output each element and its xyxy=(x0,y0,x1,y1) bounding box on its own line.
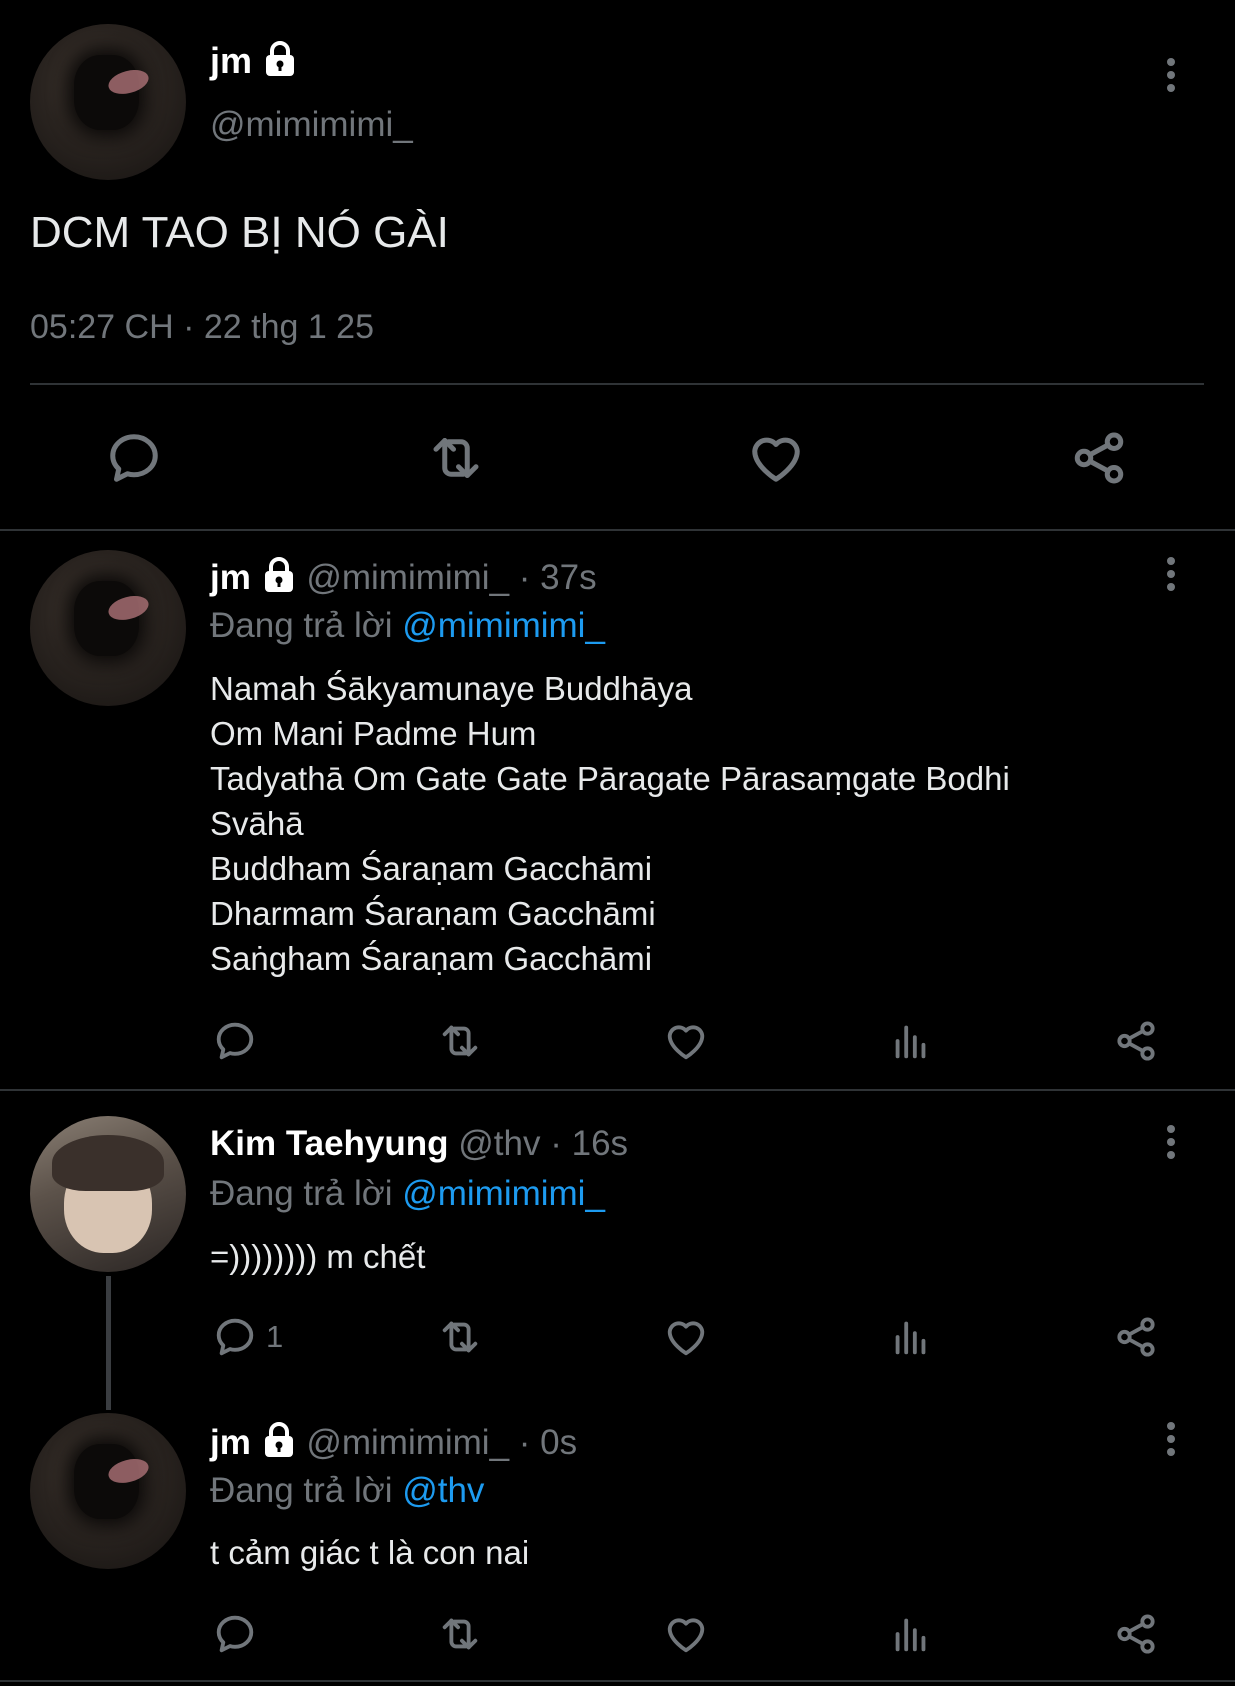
mention-link[interactable]: @mimimimi_ xyxy=(402,1174,605,1213)
lock-icon xyxy=(262,40,298,87)
text-line: Buddham Śaraṇam Gacchāmi xyxy=(210,850,653,887)
replying-prefix: Đang trả lời xyxy=(210,1471,393,1510)
tweet-text: DCM TAO BỊ NÓ GÀI xyxy=(30,208,449,257)
retweet-button[interactable] xyxy=(434,1018,486,1069)
reply-time[interactable]: · 16s xyxy=(550,1124,628,1163)
analytics-icon xyxy=(895,1321,926,1355)
text-line: Saṅgham Śaraṇam Gacchāmi xyxy=(210,940,653,977)
lock-icon xyxy=(261,1421,297,1468)
text-line: Namah Śākyamunaye Buddhāya xyxy=(210,670,693,707)
share-icon xyxy=(1117,1317,1155,1357)
more-icon[interactable] xyxy=(1166,1422,1176,1461)
heart-icon xyxy=(667,1025,705,1060)
reply-header: Kim Taehyung @thv · 16s xyxy=(210,1124,628,1164)
lock-icon xyxy=(261,556,297,603)
mention-link[interactable]: @thv xyxy=(402,1471,484,1510)
share-icon xyxy=(1074,432,1124,484)
retweet-button[interactable] xyxy=(434,1611,486,1662)
replying-to: Đang trả lời @mimimimi_ xyxy=(210,606,605,646)
reply-text: Namah Śākyamunaye Buddhāya Om Mani Padme… xyxy=(210,666,1010,981)
like-button[interactable] xyxy=(663,1018,709,1069)
author-handle[interactable]: @mimimimi_ xyxy=(306,558,509,597)
reply-header: jm @mimimimi_ · 37s xyxy=(210,556,597,603)
text-line: Om Mani Padme Hum xyxy=(210,715,537,752)
author-handle[interactable]: @mimimimi_ xyxy=(306,1423,509,1462)
reply-icon xyxy=(110,434,158,482)
replying-to: Đang trả lời @mimimimi_ xyxy=(210,1174,605,1214)
reply-button[interactable]: 1 xyxy=(212,1314,283,1360)
reply-text: t cảm giác t là con nai xyxy=(210,1534,530,1571)
tweet-timestamp[interactable]: 05:27 CH · 22 thg 1 25 xyxy=(30,308,374,347)
retweet-icon xyxy=(442,1321,478,1353)
author-name[interactable]: Kim Taehyung xyxy=(210,1124,449,1163)
reply-header: jm @mimimimi_ · 0s xyxy=(210,1421,577,1468)
reply-icon xyxy=(216,1615,254,1653)
reply-icon xyxy=(216,1022,254,1060)
views-button[interactable] xyxy=(888,1314,934,1365)
heart-icon xyxy=(667,1618,705,1653)
author-name[interactable]: jm xyxy=(210,558,251,597)
avatar[interactable] xyxy=(30,1413,186,1569)
reply-button[interactable] xyxy=(104,428,164,493)
retweet-icon xyxy=(442,1025,478,1057)
like-button[interactable] xyxy=(663,1314,709,1365)
reply-time[interactable]: · 0s xyxy=(519,1423,577,1462)
more-icon[interactable] xyxy=(1166,1125,1176,1164)
heart-icon xyxy=(667,1321,705,1356)
author-name[interactable]: jm xyxy=(210,1423,251,1462)
avatar[interactable] xyxy=(30,1116,186,1272)
replying-to: Đang trả lời @thv xyxy=(210,1471,484,1511)
reply-count: 1 xyxy=(266,1319,284,1354)
share-icon xyxy=(1117,1614,1155,1654)
analytics-icon xyxy=(895,1025,926,1059)
reply-button[interactable] xyxy=(212,1018,258,1069)
avatar[interactable] xyxy=(30,550,186,706)
like-button[interactable] xyxy=(663,1611,709,1662)
like-button[interactable] xyxy=(746,428,806,493)
replying-prefix: Đang trả lời xyxy=(210,1174,393,1213)
analytics-icon xyxy=(895,1618,926,1652)
views-button[interactable] xyxy=(888,1611,934,1662)
reply-text: =)))))))) m chết xyxy=(210,1238,426,1275)
more-icon[interactable] xyxy=(1166,58,1176,97)
mention-link[interactable]: @mimimimi_ xyxy=(402,606,605,645)
reply-icon xyxy=(216,1318,254,1356)
retweet-icon xyxy=(442,1618,478,1650)
share-button[interactable] xyxy=(1113,1314,1159,1365)
divider xyxy=(0,1089,1235,1091)
text-line: Tadyathā Om Gate Gate Pāragate Pārasaṃga… xyxy=(210,760,1010,797)
heart-icon xyxy=(752,437,800,482)
reply-time[interactable]: · 37s xyxy=(519,558,597,597)
replying-prefix: Đang trả lời xyxy=(210,606,393,645)
avatar[interactable] xyxy=(30,24,186,180)
divider xyxy=(30,383,1204,385)
divider xyxy=(0,529,1235,531)
text-line: Svāhā xyxy=(210,805,304,842)
author-handle[interactable]: @thv xyxy=(458,1124,540,1163)
retweet-button[interactable] xyxy=(434,1314,486,1365)
retweet-button[interactable] xyxy=(423,428,489,493)
share-button[interactable] xyxy=(1113,1611,1159,1662)
author-handle[interactable]: @mimimimi_ xyxy=(210,105,413,145)
text-line: Dharmam Śaraṇam Gacchāmi xyxy=(210,895,656,932)
reply-button[interactable] xyxy=(212,1611,258,1662)
share-button[interactable] xyxy=(1069,428,1129,493)
share-icon xyxy=(1117,1021,1155,1061)
divider xyxy=(0,1680,1235,1682)
retweet-icon xyxy=(433,438,479,478)
author-name[interactable]: jm xyxy=(210,40,252,81)
more-icon[interactable] xyxy=(1166,557,1176,596)
thread-line xyxy=(106,1276,111,1410)
share-button[interactable] xyxy=(1113,1018,1159,1069)
views-button[interactable] xyxy=(888,1018,934,1069)
